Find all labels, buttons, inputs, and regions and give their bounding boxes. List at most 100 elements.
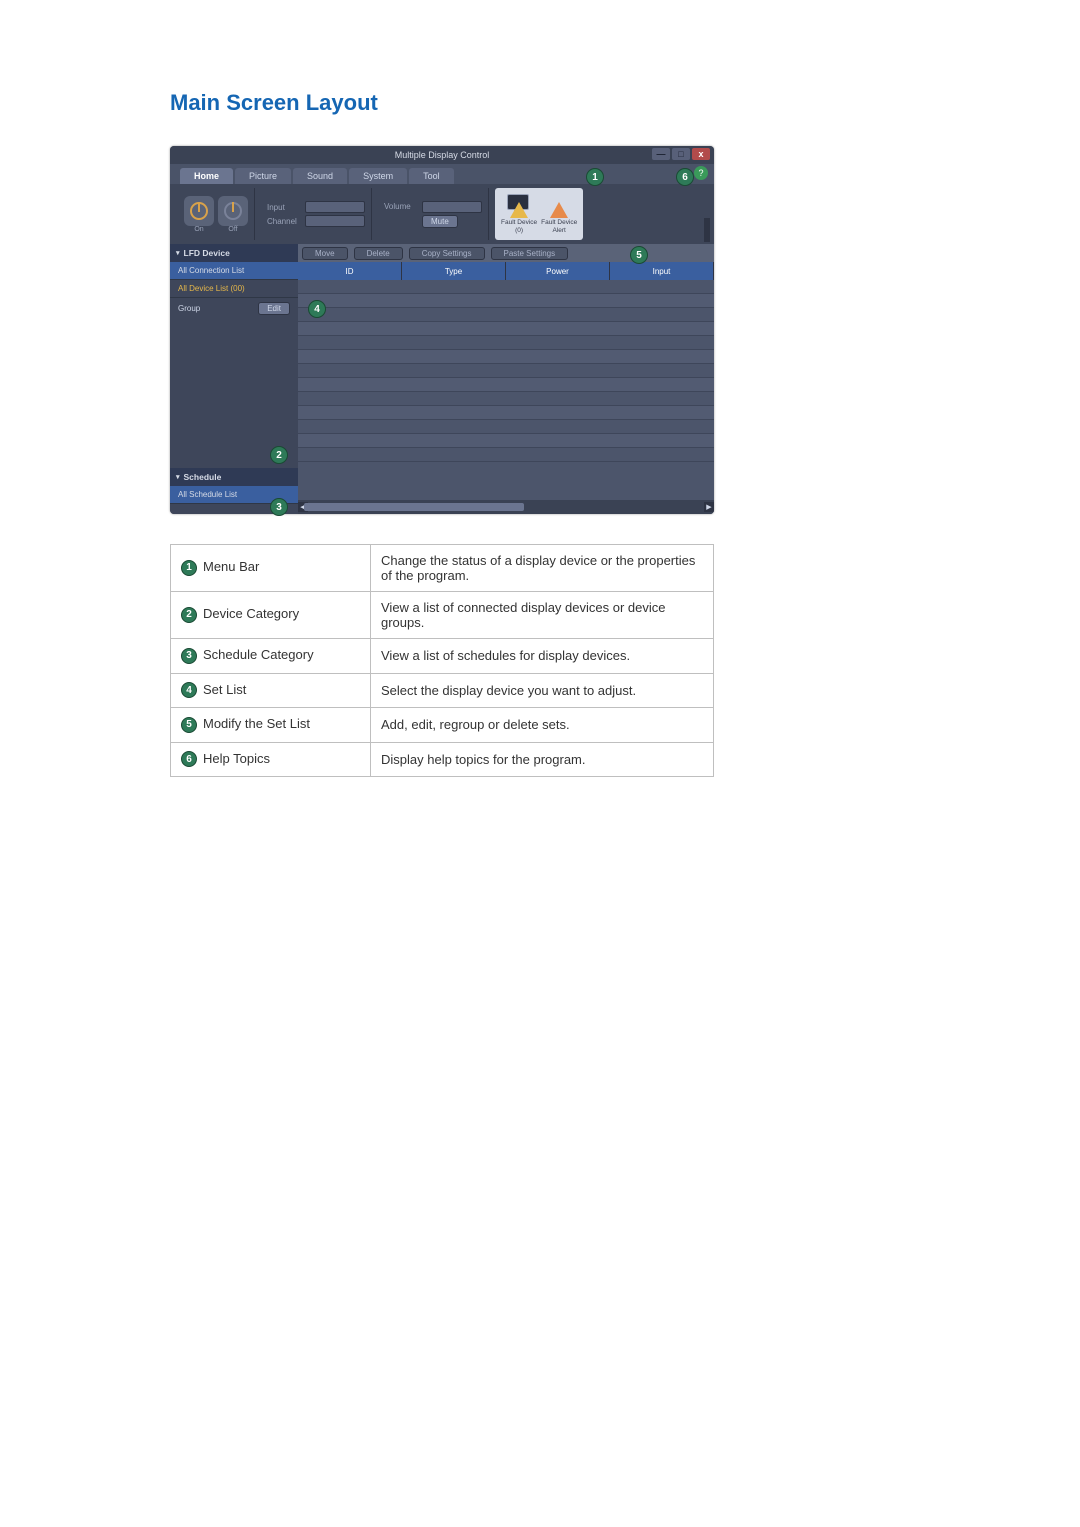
table-row[interactable]	[298, 434, 714, 448]
col-type[interactable]: Type	[402, 262, 506, 280]
legend-desc: Display help topics for the program.	[371, 742, 714, 777]
tab-system[interactable]: System	[349, 168, 407, 184]
sidebar-lfd-label: LFD Device	[184, 248, 230, 258]
power-icon	[224, 202, 242, 220]
main-pane: Move Delete Copy Settings Paste Settings…	[298, 244, 714, 514]
legend-label: Help Topics	[203, 751, 270, 766]
fault-device-alert-label: Fault Device Alert	[541, 219, 577, 233]
warning-icon	[510, 202, 528, 218]
legend-desc: Select the display device you want to ad…	[371, 673, 714, 708]
tab-tool[interactable]: Tool	[409, 168, 454, 184]
table-row[interactable]	[298, 294, 714, 308]
chevron-down-icon: ▾	[176, 473, 180, 481]
paste-settings-button[interactable]: Paste Settings	[491, 247, 569, 260]
table-row[interactable]	[298, 322, 714, 336]
sidebar-group-row: Group Edit	[170, 298, 298, 318]
table-row[interactable]	[298, 420, 714, 434]
help-icon[interactable]: ?	[694, 166, 708, 180]
legend-row: 1Menu Bar Change the status of a display…	[171, 545, 714, 592]
bullet-2: 2	[181, 607, 197, 623]
legend-table: 1Menu Bar Change the status of a display…	[170, 544, 714, 777]
legend-row: 6 Help Topics Display help topics for the…	[171, 742, 714, 777]
setlist-toolbar: Move Delete Copy Settings Paste Settings	[298, 244, 714, 262]
col-power[interactable]: Power	[506, 262, 610, 280]
minimize-button[interactable]: —	[652, 148, 670, 160]
table-row[interactable]	[298, 364, 714, 378]
section-title: Main Screen Layout	[170, 90, 910, 116]
scroll-right-icon[interactable]: ▶	[704, 502, 714, 512]
edit-group-button[interactable]: Edit	[258, 302, 290, 315]
tab-home[interactable]: Home	[180, 168, 233, 184]
input-label: Input	[267, 203, 302, 212]
table-body[interactable]	[298, 280, 714, 500]
table-row[interactable]	[298, 308, 714, 322]
legend-row: 4 Set List Select the display device you …	[171, 673, 714, 708]
sidebar-group-label: Group	[178, 304, 200, 313]
volume-label: Volume	[384, 202, 419, 211]
tab-sound[interactable]: Sound	[293, 168, 347, 184]
bullet-3: 3	[181, 648, 197, 664]
fault-device-alert[interactable]: Fault Device Alert	[541, 194, 577, 233]
callout-2: 2	[270, 446, 288, 464]
scroll-thumb[interactable]	[304, 503, 524, 511]
warning-icon	[550, 202, 568, 218]
sidebar-section-lfd[interactable]: ▾LFD Device	[170, 244, 298, 262]
power-off-label: Off	[228, 226, 237, 233]
legend-label: Set List	[203, 682, 246, 697]
callout-1: 1	[586, 168, 604, 186]
callout-4: 4	[308, 300, 326, 318]
legend-desc: Change the status of a display device or…	[371, 545, 714, 592]
sidebar-section-schedule[interactable]: ▾Schedule	[170, 468, 298, 486]
channel-spinner[interactable]	[305, 215, 365, 227]
legend-row: 2Device Category View a list of connecte…	[171, 592, 714, 639]
tab-picture[interactable]: Picture	[235, 168, 291, 184]
sidebar-all-device-list[interactable]: All Device List (00)	[170, 280, 298, 298]
ribbon-expand-icon[interactable]	[704, 218, 710, 242]
mute-button[interactable]: Mute	[422, 215, 458, 228]
table-row[interactable]	[298, 378, 714, 392]
move-button[interactable]: Move	[302, 247, 348, 260]
volume-group: Volume Mute	[378, 188, 489, 240]
horizontal-scrollbar[interactable]: ◀ ▶	[298, 500, 714, 514]
delete-button[interactable]: Delete	[354, 247, 403, 260]
fault-device-count[interactable]: Fault Device (0)	[501, 194, 537, 233]
legend-label: Schedule Category	[203, 647, 314, 662]
table-row[interactable]	[298, 448, 714, 462]
legend-row: 5Modify the Set List Add, edit, regroup …	[171, 708, 714, 743]
titlebar: Multiple Display Control — □ x	[170, 146, 714, 164]
power-on-button[interactable]	[184, 196, 214, 226]
table-row[interactable]	[298, 406, 714, 420]
bullet-6: 6	[181, 751, 197, 767]
power-on-label: On	[194, 226, 203, 233]
bullet-4: 4	[181, 682, 197, 698]
close-button[interactable]: x	[692, 148, 710, 160]
legend-desc: View a list of connected display devices…	[371, 592, 714, 639]
power-off-button[interactable]	[218, 196, 248, 226]
power-group: On Off	[178, 188, 255, 240]
table-row[interactable]	[298, 392, 714, 406]
maximize-button[interactable]: □	[672, 148, 690, 160]
window-controls: — □ x	[652, 148, 710, 160]
app-window: Multiple Display Control — □ x Home Pict…	[170, 146, 714, 514]
alert-group: Fault Device (0) Fault Device Alert	[495, 188, 583, 240]
fault-device-count-label: Fault Device (0)	[501, 219, 537, 233]
col-input[interactable]: Input	[610, 262, 714, 280]
copy-settings-button[interactable]: Copy Settings	[409, 247, 485, 260]
legend-label: Menu Bar	[203, 559, 259, 574]
power-icon	[190, 202, 208, 220]
col-id[interactable]: ID	[298, 262, 402, 280]
input-select[interactable]	[305, 201, 365, 213]
table-row[interactable]	[298, 350, 714, 364]
ribbon: Home Picture Sound System Tool ? On	[170, 164, 714, 244]
volume-slider[interactable]	[422, 201, 482, 213]
sidebar: ▾LFD Device All Connection List All Devi…	[170, 244, 298, 514]
sidebar-all-connection-list[interactable]: All Connection List	[170, 262, 298, 280]
window-title: Multiple Display Control	[395, 150, 490, 160]
legend-row: 3Schedule Category View a list of schedu…	[171, 639, 714, 674]
table-row[interactable]	[298, 280, 714, 294]
ribbon-body: On Off Input Channel	[170, 184, 714, 244]
channel-label: Channel	[267, 217, 302, 226]
table-row[interactable]	[298, 336, 714, 350]
ribbon-tabs: Home Picture Sound System Tool	[170, 164, 714, 184]
input-group: Input Channel	[261, 188, 372, 240]
